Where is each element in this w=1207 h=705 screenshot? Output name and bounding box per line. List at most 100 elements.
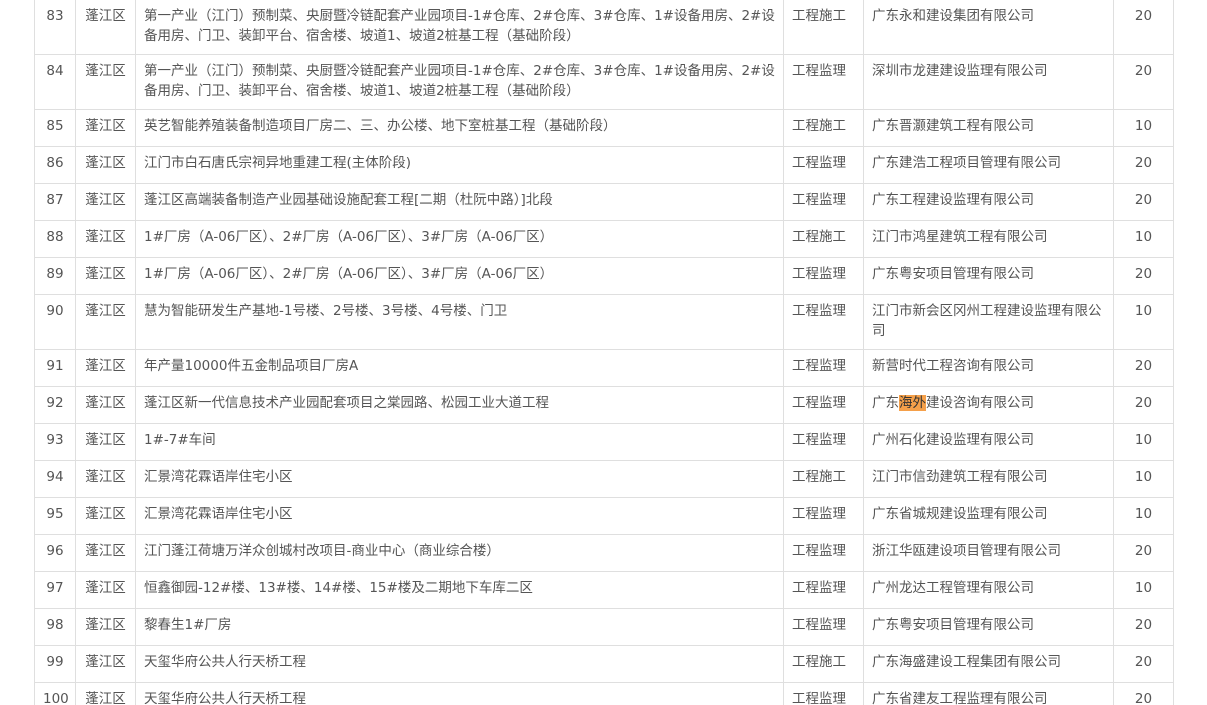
row-company: 浙江华瓯建设项目管理有限公司 <box>863 534 1114 572</box>
row-index: 89 <box>34 257 76 295</box>
row-district: 蓬江区 <box>75 497 136 535</box>
row-district: 蓬江区 <box>75 220 136 258</box>
table-row: 93 蓬江区 1#-7#车间 工程监理 广州石化建设监理有限公司 10 <box>34 423 1174 461</box>
row-project: 第一产业（江门）预制菜、央厨暨冷链配套产业园项目-1#仓库、2#仓库、3#仓库、… <box>135 0 784 55</box>
row-project: 1#-7#车间 <box>135 423 784 461</box>
row-score: 20 <box>1113 146 1174 184</box>
row-score: 10 <box>1113 460 1174 498</box>
row-company: 广东永和建设集团有限公司 <box>863 0 1114 55</box>
row-index: 96 <box>34 534 76 572</box>
row-type: 工程监理 <box>783 146 864 184</box>
table-row: 88 蓬江区 1#厂房（A-06厂区）、2#厂房（A-06厂区）、3#厂房（A-… <box>34 220 1174 258</box>
row-company: 广东工程建设监理有限公司 <box>863 183 1114 221</box>
row-company: 广东省建友工程监理有限公司 <box>863 682 1114 705</box>
row-index: 91 <box>34 349 76 387</box>
row-type: 工程监理 <box>783 183 864 221</box>
row-district: 蓬江区 <box>75 460 136 498</box>
row-index: 97 <box>34 571 76 609</box>
row-district: 蓬江区 <box>75 54 136 110</box>
row-type: 工程施工 <box>783 645 864 683</box>
row-index: 84 <box>34 54 76 110</box>
row-score: 10 <box>1113 423 1174 461</box>
row-score: 20 <box>1113 54 1174 110</box>
row-company: 广东粤安项目管理有限公司 <box>863 257 1114 295</box>
row-company: 广东晋灏建筑工程有限公司 <box>863 109 1114 147</box>
row-project: 江门市白石唐氏宗祠异地重建工程(主体阶段) <box>135 146 784 184</box>
row-index: 98 <box>34 608 76 646</box>
row-index: 94 <box>34 460 76 498</box>
row-project: 天玺华府公共人行天桥工程 <box>135 682 784 705</box>
company-name-suffix: 建设咨询有限公司 <box>926 395 1034 411</box>
row-company: 广州石化建设监理有限公司 <box>863 423 1114 461</box>
row-project: 英艺智能养殖装备制造项目厂房二、三、办公楼、地下室桩基工程（基础阶段） <box>135 109 784 147</box>
row-type: 工程监理 <box>783 386 864 424</box>
row-company: 广东建浩工程项目管理有限公司 <box>863 146 1114 184</box>
row-project: 恒鑫御园-12#楼、13#楼、14#楼、15#楼及二期地下车库二区 <box>135 571 784 609</box>
row-district: 蓬江区 <box>75 0 136 55</box>
row-company: 广州龙达工程管理有限公司 <box>863 571 1114 609</box>
row-score: 20 <box>1113 183 1174 221</box>
row-index: 87 <box>34 183 76 221</box>
row-company: 广东海盛建设工程集团有限公司 <box>863 645 1114 683</box>
row-company: 广东省城规建设监理有限公司 <box>863 497 1114 535</box>
row-project: 天玺华府公共人行天桥工程 <box>135 645 784 683</box>
row-district: 蓬江区 <box>75 386 136 424</box>
row-type: 工程施工 <box>783 109 864 147</box>
row-district: 蓬江区 <box>75 146 136 184</box>
row-project: 蓬江区新一代信息技术产业园配套项目之棠园路、松园工业大道工程 <box>135 386 784 424</box>
row-district: 蓬江区 <box>75 257 136 295</box>
row-type: 工程监理 <box>783 294 864 350</box>
row-project: 1#厂房（A-06厂区）、2#厂房（A-06厂区）、3#厂房（A-06厂区） <box>135 220 784 258</box>
row-district: 蓬江区 <box>75 349 136 387</box>
row-type: 工程监理 <box>783 349 864 387</box>
search-highlight: 海外 <box>899 395 926 411</box>
row-index: 95 <box>34 497 76 535</box>
row-type: 工程施工 <box>783 0 864 55</box>
row-score: 10 <box>1113 109 1174 147</box>
table-row: 94 蓬江区 汇景湾花霖语岸住宅小区 工程施工 江门市信劲建筑工程有限公司 10 <box>34 460 1174 498</box>
row-type: 工程施工 <box>783 460 864 498</box>
row-type: 工程监理 <box>783 423 864 461</box>
table-row: 99 蓬江区 天玺华府公共人行天桥工程 工程施工 广东海盛建设工程集团有限公司 … <box>34 645 1174 683</box>
row-score: 10 <box>1113 220 1174 258</box>
row-project: 第一产业（江门）预制菜、央厨暨冷链配套产业园项目-1#仓库、2#仓库、3#仓库、… <box>135 54 784 110</box>
row-company: 江门市新会区冈州工程建设监理有限公司 <box>863 294 1114 350</box>
row-district: 蓬江区 <box>75 645 136 683</box>
results-table: 83 蓬江区 第一产业（江门）预制菜、央厨暨冷链配套产业园项目-1#仓库、2#仓… <box>34 0 1174 705</box>
row-score: 20 <box>1113 349 1174 387</box>
table-row: 91 蓬江区 年产量10000件五金制品项目厂房A 工程监理 新营时代工程咨询有… <box>34 349 1174 387</box>
row-type: 工程监理 <box>783 54 864 110</box>
row-index: 92 <box>34 386 76 424</box>
row-index: 99 <box>34 645 76 683</box>
row-score: 20 <box>1113 608 1174 646</box>
row-index: 93 <box>34 423 76 461</box>
row-score: 20 <box>1113 257 1174 295</box>
row-index: 88 <box>34 220 76 258</box>
table-row: 92 蓬江区 蓬江区新一代信息技术产业园配套项目之棠园路、松园工业大道工程 工程… <box>34 386 1174 424</box>
row-district: 蓬江区 <box>75 294 136 350</box>
row-type: 工程监理 <box>783 571 864 609</box>
row-district: 蓬江区 <box>75 682 136 705</box>
row-company: 江门市鸿星建筑工程有限公司 <box>863 220 1114 258</box>
row-score: 20 <box>1113 0 1174 55</box>
row-project: 汇景湾花霖语岸住宅小区 <box>135 497 784 535</box>
table-row: 83 蓬江区 第一产业（江门）预制菜、央厨暨冷链配套产业园项目-1#仓库、2#仓… <box>34 0 1174 55</box>
row-project: 汇景湾花霖语岸住宅小区 <box>135 460 784 498</box>
row-score: 10 <box>1113 571 1174 609</box>
row-score: 20 <box>1113 386 1174 424</box>
table-row: 95 蓬江区 汇景湾花霖语岸住宅小区 工程监理 广东省城规建设监理有限公司 10 <box>34 497 1174 535</box>
row-index: 90 <box>34 294 76 350</box>
row-index: 86 <box>34 146 76 184</box>
table-row: 96 蓬江区 江门蓬江荷塘万洋众创城村改项目-商业中心（商业综合楼） 工程监理 … <box>34 534 1174 572</box>
row-project: 慧为智能研发生产基地-1号楼、2号楼、3号楼、4号楼、门卫 <box>135 294 784 350</box>
row-score: 20 <box>1113 682 1174 705</box>
row-type: 工程监理 <box>783 682 864 705</box>
row-district: 蓬江区 <box>75 183 136 221</box>
row-district: 蓬江区 <box>75 571 136 609</box>
row-company: 江门市信劲建筑工程有限公司 <box>863 460 1114 498</box>
row-project: 黎春生1#厂房 <box>135 608 784 646</box>
row-score: 10 <box>1113 497 1174 535</box>
row-company: 新营时代工程咨询有限公司 <box>863 349 1114 387</box>
row-project: 蓬江区高端装备制造产业园基础设施配套工程[二期（杜阮中路）]北段 <box>135 183 784 221</box>
row-district: 蓬江区 <box>75 423 136 461</box>
